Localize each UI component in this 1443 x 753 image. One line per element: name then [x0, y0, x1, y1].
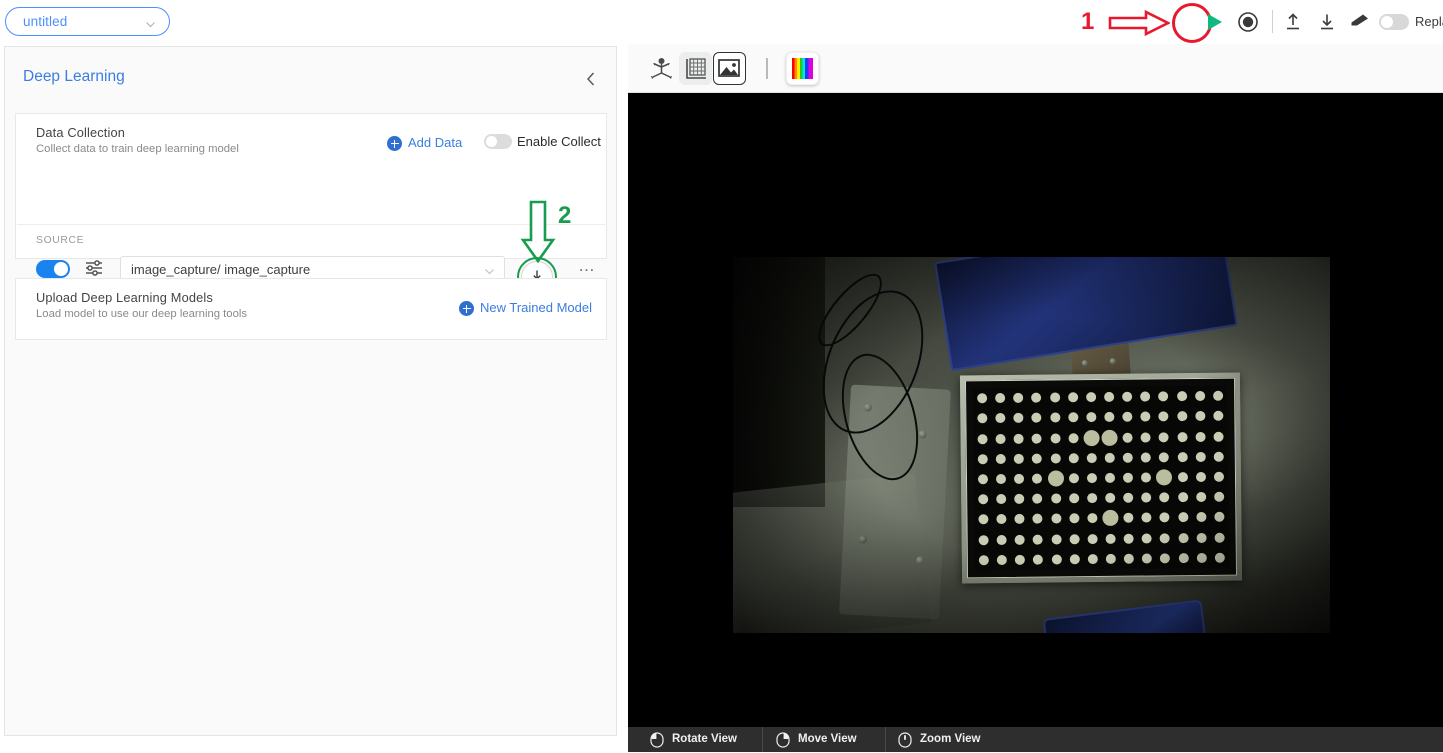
chevron-down-icon [145, 17, 156, 28]
camera-image [733, 257, 1330, 633]
camera-vignette [733, 257, 1330, 633]
replay-toggle[interactable] [1379, 14, 1409, 30]
annotation-2-arrow-icon [519, 200, 557, 264]
statusbar-rotate-label: Rotate View [672, 733, 737, 745]
viewer-panel: Rotate View Move View Zoom View [628, 44, 1443, 752]
chevron-left-icon[interactable] [584, 71, 598, 87]
source-more-button[interactable]: … [578, 257, 596, 274]
viewer-toolbar [628, 44, 1443, 93]
source-toggle[interactable] [36, 260, 70, 278]
new-trained-model-label: New Trained Model [480, 300, 592, 315]
viewer-toolbar-divider [766, 58, 768, 79]
pose-view-button[interactable] [645, 52, 678, 85]
statusbar-rotate-view: Rotate View [650, 732, 737, 748]
data-collection-subtitle: Collect data to train deep learning mode… [36, 143, 239, 155]
record-button[interactable] [1238, 12, 1258, 32]
chevron-down-icon [484, 264, 495, 275]
source-group-label: SOURCE [36, 235, 85, 246]
upload-models-subtitle: Load model to use our deep learning tool… [36, 308, 248, 320]
top-bar: untitled 1 Repl [0, 0, 1443, 44]
grid-view-button[interactable] [679, 52, 712, 85]
source-select-value: image_capture/ image_capture [131, 262, 311, 277]
color-bar-icon [792, 58, 813, 79]
statusbar-divider [762, 727, 763, 752]
image-view-button[interactable] [713, 52, 746, 85]
viewer-statusbar: Rotate View Move View Zoom View [628, 727, 1443, 752]
project-select[interactable]: untitled [5, 7, 170, 36]
upload-button[interactable] [1283, 12, 1303, 32]
data-collection-title: Data Collection [36, 125, 126, 140]
upload-models-title: Upload Deep Learning Models [36, 290, 213, 305]
sliders-icon[interactable] [84, 258, 104, 278]
annotation-2-number: 2 [558, 202, 572, 229]
statusbar-move-label: Move View [798, 733, 857, 745]
colormap-button[interactable] [786, 52, 819, 85]
plus-icon [387, 136, 402, 151]
replay-toggle-knob [1381, 16, 1393, 28]
page-title: Deep Learning [23, 68, 125, 85]
enable-collect-toggle[interactable] [484, 134, 512, 149]
statusbar-divider [885, 727, 886, 752]
project-select-value: untitled [23, 14, 68, 29]
source-toggle-knob [54, 262, 68, 276]
add-data-label: Add Data [408, 135, 463, 150]
top-actions: Replay [1023, 0, 1443, 44]
viewer-canvas[interactable]: Rotate View Move View Zoom View [628, 93, 1443, 752]
deep-learning-panel: Deep Learning Data Collection Collect da… [4, 46, 617, 736]
eraser-button[interactable] [1350, 13, 1370, 31]
replay-label: Replay [1415, 14, 1443, 29]
statusbar-zoom-label: Zoom View [920, 733, 981, 745]
plus-icon [459, 301, 474, 316]
toolbar-divider [1272, 10, 1273, 33]
statusbar-zoom-view: Zoom View [898, 732, 981, 748]
enable-collect-toggle-knob [486, 136, 497, 147]
statusbar-move-view: Move View [776, 732, 857, 748]
download-button[interactable] [1317, 12, 1337, 32]
play-button[interactable] [1203, 11, 1225, 33]
enable-collect-label: Enable Collect [517, 134, 601, 149]
